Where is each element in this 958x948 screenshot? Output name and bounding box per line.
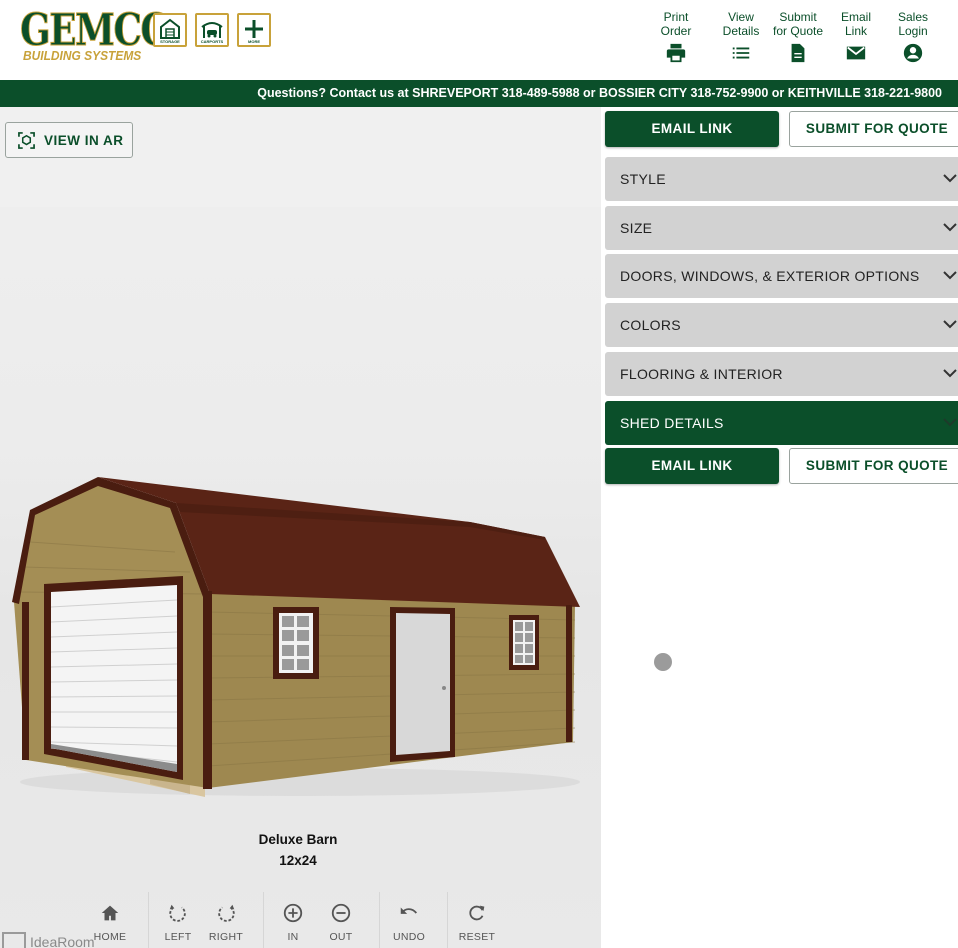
rotate-right-button[interactable]: RIGHT <box>201 902 251 943</box>
account-circle-icon <box>903 43 923 63</box>
zoom-out-label: OUT <box>329 931 353 943</box>
toolbar-divider <box>379 892 380 948</box>
category-label: STORAGE <box>160 39 180 44</box>
model-style-label: Deluxe Barn <box>258 832 338 847</box>
idearoom-label: IdeaRoom <box>30 934 95 948</box>
toolbar-divider <box>447 892 448 948</box>
section-doors-windows-exterior[interactable]: DOORS, WINDOWS, & EXTERIOR OPTIONS <box>605 254 958 298</box>
undo-icon <box>400 907 418 914</box>
zoom-out-button[interactable]: OUT <box>316 902 366 943</box>
reset-icon <box>469 905 485 921</box>
submit-for-quote-link[interactable]: Submit for Quote <box>768 10 828 64</box>
model-size-label: 12x24 <box>279 853 317 868</box>
section-label: SHED DETAILS <box>620 415 724 431</box>
section-colors[interactable]: COLORS <box>605 303 958 347</box>
list-icon <box>732 47 750 59</box>
category-more-button[interactable]: MORE <box>237 13 271 47</box>
view-details-link[interactable]: View Details <box>711 10 771 64</box>
section-size[interactable]: SIZE <box>605 206 958 250</box>
section-style[interactable]: STYLE <box>605 157 958 201</box>
sales-login-label: Sales Login <box>897 10 929 38</box>
printer-icon <box>666 43 686 63</box>
submit-for-quote-button-bottom[interactable]: SUBMIT FOR QUOTE <box>789 448 958 484</box>
section-label: SIZE <box>620 220 653 236</box>
submit-for-quote-label: Submit for Quote <box>772 10 824 38</box>
cursor-indicator <box>654 653 672 671</box>
chevron-down-icon <box>943 223 957 232</box>
toolbar-divider <box>148 892 149 948</box>
email-link-link[interactable]: Email Link <box>826 10 886 64</box>
view-in-ar-button[interactable]: VIEW IN AR <box>5 122 133 158</box>
configurator-panel: EMAIL LINK SUBMIT FOR QUOTE STYLE SIZE D… <box>601 107 958 948</box>
section-label: DOORS, WINDOWS, & EXTERIOR OPTIONS <box>620 268 920 284</box>
envelope-icon <box>846 46 866 60</box>
rotate-right-label: RIGHT <box>208 931 244 943</box>
submit-for-quote-button[interactable]: SUBMIT FOR QUOTE <box>789 111 958 147</box>
chevron-down-icon <box>943 174 957 183</box>
section-shed-details[interactable]: SHED DETAILS <box>605 401 958 445</box>
view-in-ar-label: VIEW IN AR <box>44 133 124 148</box>
carport-icon <box>201 22 223 38</box>
contact-bar: Questions? Contact us at SHREVEPORT 318-… <box>0 80 958 107</box>
sales-login-link[interactable]: Sales Login <box>883 10 943 64</box>
chevron-down-icon <box>943 271 957 280</box>
gemco-logo[interactable]: GEMCO BUILDING SYSTEMS <box>20 7 173 64</box>
reset-label: RESET <box>458 931 496 943</box>
print-order-link[interactable]: Print Order <box>646 10 706 64</box>
undo-button[interactable]: UNDO <box>384 902 434 943</box>
email-link-label: Email Link <box>840 10 871 38</box>
logo-subtext: BUILDING SYSTEMS <box>23 48 142 63</box>
zoom-in-icon <box>283 903 303 923</box>
chevron-down-icon <box>943 418 957 427</box>
zoom-out-icon <box>331 903 351 923</box>
plus-icon <box>245 20 263 38</box>
undo-label: UNDO <box>392 931 426 943</box>
section-label: COLORS <box>620 317 681 333</box>
reset-button[interactable]: RESET <box>452 902 502 943</box>
storage-building-icon <box>160 18 180 39</box>
section-label: STYLE <box>620 171 666 187</box>
3d-viewer[interactable]: VIEW IN AR Deluxe Barn 12x24 HOME LEFT R… <box>0 107 601 948</box>
rotate-right-icon <box>218 904 235 922</box>
ar-cube-icon <box>18 132 35 149</box>
rotate-left-icon <box>169 904 186 922</box>
view-details-label: View Details <box>722 10 760 38</box>
section-flooring-interior[interactable]: FLOORING & INTERIOR <box>605 352 958 396</box>
email-link-button[interactable]: EMAIL LINK <box>605 111 779 147</box>
rotate-left-label: LEFT <box>164 931 192 943</box>
chevron-down-icon <box>943 369 957 378</box>
category-label: CARPORTS <box>200 39 224 44</box>
toolbar-divider <box>263 892 264 948</box>
section-label: FLOORING & INTERIOR <box>620 366 783 382</box>
model-name: Deluxe Barn 12x24 <box>198 829 398 871</box>
rotate-left-button[interactable]: LEFT <box>153 902 203 943</box>
home-icon <box>101 905 119 921</box>
chevron-down-icon <box>943 320 957 329</box>
category-label: MORE <box>248 39 260 44</box>
print-order-label: Print Order <box>660 10 692 38</box>
document-icon <box>791 43 805 63</box>
zoom-in-button[interactable]: IN <box>268 902 318 943</box>
shed-model-render <box>12 477 580 797</box>
idearoom-logo-icon <box>2 932 26 948</box>
category-carports-button[interactable]: CARPORTS <box>195 13 229 47</box>
category-storage-button[interactable]: STORAGE <box>153 13 187 47</box>
email-link-button-bottom[interactable]: EMAIL LINK <box>605 448 779 484</box>
site-header: GEMCO BUILDING SYSTEMS STORAGE CARPORTS … <box>0 0 958 80</box>
zoom-in-label: IN <box>287 931 299 943</box>
contact-text: Questions? Contact us at SHREVEPORT 318-… <box>257 86 942 100</box>
